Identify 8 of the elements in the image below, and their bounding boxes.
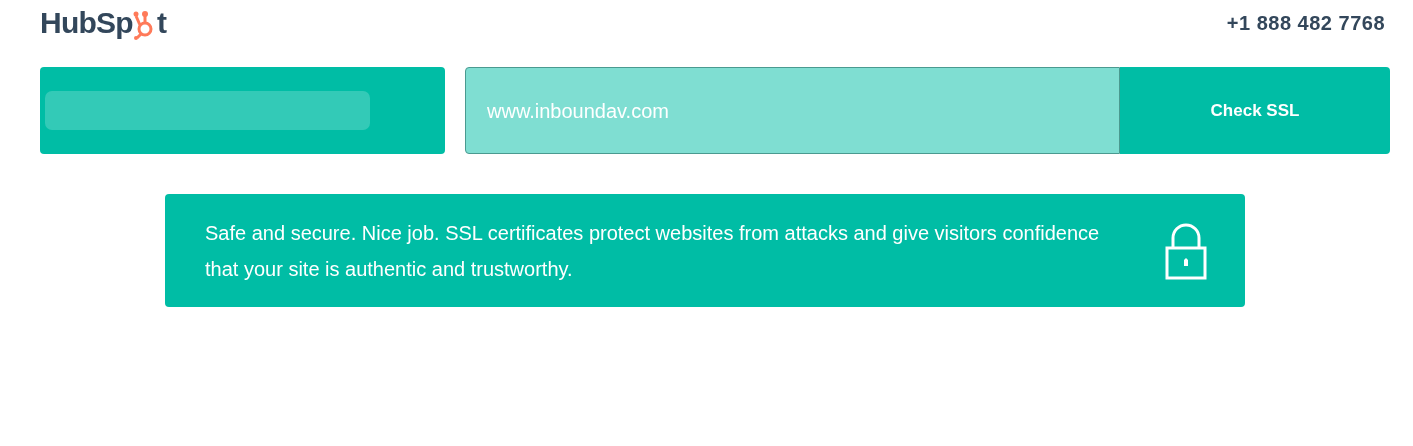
phone-number: +1 888 482 7768 (1226, 11, 1385, 36)
check-ssl-button[interactable]: Check SSL (1120, 67, 1390, 154)
url-field[interactable]: www.inboundav.com (465, 67, 1120, 154)
input-field[interactable] (45, 91, 370, 130)
logo-text: t (156, 8, 167, 38)
logo-text: HubSp (40, 8, 133, 38)
lock-icon (1165, 221, 1207, 280)
result-message: Safe and secure. Nice job. SSL certificates protect websites from attacks and give visitors confidence that your site is authentic and trustworthy. (205, 220, 1101, 282)
